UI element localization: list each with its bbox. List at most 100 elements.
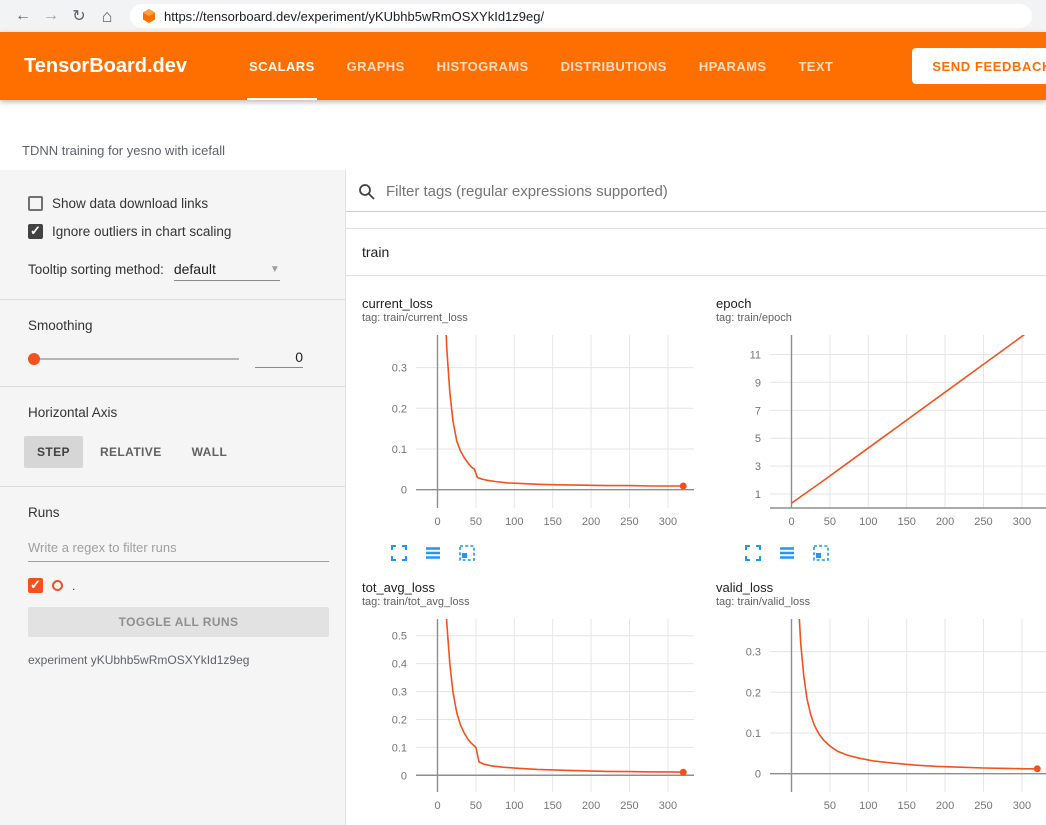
chevron-down-icon: ▼ — [270, 264, 280, 275]
show-download-links-row[interactable]: Show data download links — [28, 196, 329, 211]
svg-text:300: 300 — [659, 516, 677, 528]
svg-text:150: 150 — [898, 516, 916, 528]
chart-tag: tag: train/epoch — [716, 312, 1046, 324]
svg-text:200: 200 — [582, 516, 600, 528]
svg-text:0.2: 0.2 — [392, 714, 407, 726]
svg-text:150: 150 — [544, 800, 562, 812]
tooltip-sorting-label: Tooltip sorting method: — [28, 262, 164, 277]
horizontal-axis-label: Horizontal Axis — [28, 405, 329, 420]
tag-group-header-train[interactable]: train — [346, 228, 1046, 276]
line-chart-current-loss[interactable]: 00.10.20.3050100150200250300 — [362, 329, 704, 534]
tab-graphs[interactable]: GRAPHS — [331, 32, 421, 100]
svg-text:11: 11 — [750, 350, 761, 362]
tooltip-sorting-value: default — [174, 261, 216, 277]
svg-text:3: 3 — [755, 461, 761, 473]
app-header: TensorBoard.dev SCALARS GRAPHS HISTOGRAM… — [0, 32, 1046, 100]
svg-text:150: 150 — [544, 516, 562, 528]
divider — [0, 486, 345, 487]
svg-text:9: 9 — [755, 377, 761, 389]
reload-icon[interactable]: ↻ — [66, 3, 92, 29]
svg-text:200: 200 — [936, 800, 954, 812]
svg-text:250: 250 — [974, 516, 992, 528]
chart-title: tot_avg_loss — [362, 580, 704, 595]
line-chart-tot-avg-loss[interactable]: 00.10.20.30.40.5050100150200250300 — [362, 613, 704, 818]
experiment-id-label: experiment yKUbhb5wRmOSXYkId1z9eg — [28, 653, 329, 667]
chart-title: current_loss — [362, 296, 704, 311]
toggle-all-runs-button[interactable]: TOGGLE ALL RUNS — [28, 607, 329, 637]
run-row[interactable]: . — [28, 578, 329, 593]
runs-filter-input[interactable] — [28, 536, 329, 562]
chart-toolbar — [362, 544, 704, 562]
svg-text:300: 300 — [659, 800, 677, 812]
back-icon[interactable]: ← — [10, 3, 36, 29]
line-chart-epoch[interactable]: 1357911050100150200250300 — [716, 329, 1046, 534]
tab-distributions[interactable]: DISTRIBUTIONS — [545, 32, 683, 100]
svg-text:0: 0 — [434, 516, 440, 528]
chart-toolbar — [716, 544, 1046, 562]
svg-text:300: 300 — [1013, 800, 1031, 812]
show-download-links-checkbox[interactable] — [28, 196, 43, 211]
svg-text:0.1: 0.1 — [392, 444, 407, 456]
tab-histograms[interactable]: HISTOGRAMS — [421, 32, 545, 100]
fit-domain-icon[interactable] — [812, 544, 830, 562]
run-name: . — [72, 579, 75, 593]
line-chart-valid-loss[interactable]: 00.10.20.350100150200250300 — [716, 613, 1046, 818]
chart-tag: tag: train/tot_avg_loss — [362, 596, 704, 608]
chart-card-tot-avg-loss: tot_avg_loss tag: train/tot_avg_loss 0 0.… — [362, 580, 704, 825]
axis-relative-button[interactable]: RELATIVE — [87, 436, 175, 468]
smoothing-value[interactable]: 0 — [255, 349, 303, 368]
svg-text:100: 100 — [859, 516, 877, 528]
svg-text:5: 5 — [755, 433, 761, 445]
smoothing-slider-thumb[interactable] — [28, 353, 40, 365]
tag-filter-row — [346, 180, 1046, 212]
svg-text:0.2: 0.2 — [746, 687, 761, 699]
nav-tabs: SCALARS GRAPHS HISTOGRAMS DISTRIBUTIONS … — [233, 32, 849, 100]
y-axis-scale-icon[interactable] — [778, 544, 796, 562]
y-axis-scale-icon[interactable] — [424, 544, 442, 562]
tab-text[interactable]: TEXT — [782, 32, 849, 100]
chart-tag: tag: train/valid_loss — [716, 596, 1046, 608]
run-color-swatch-icon — [52, 580, 63, 591]
ignore-outliers-checkbox[interactable] — [28, 224, 43, 239]
site-favicon-icon — [142, 9, 156, 23]
ignore-outliers-row[interactable]: Ignore outliers in chart scaling — [28, 224, 329, 239]
run-checkbox[interactable] — [28, 578, 43, 593]
chart-card-valid-loss: valid_loss tag: train/valid_loss 00.10.2… — [716, 580, 1046, 825]
tab-hparams[interactable]: HPARAMS — [683, 32, 783, 100]
experiment-title: TDNN training for yesno with icefall — [22, 143, 225, 158]
svg-text:0.5: 0.5 — [392, 631, 407, 643]
fit-domain-icon[interactable] — [458, 544, 476, 562]
svg-text:50: 50 — [824, 516, 836, 528]
divider — [0, 299, 345, 300]
expand-chart-icon[interactable] — [390, 544, 408, 562]
svg-text:200: 200 — [936, 516, 954, 528]
expand-chart-icon[interactable] — [744, 544, 762, 562]
runs-label: Runs — [28, 505, 329, 520]
tooltip-sorting-select[interactable]: default ▼ — [174, 261, 280, 281]
ignore-outliers-label: Ignore outliers in chart scaling — [52, 224, 231, 239]
browser-toolbar: ← → ↻ ⌂ https://tensorboard.dev/experime… — [0, 0, 1046, 32]
tab-scalars[interactable]: SCALARS — [233, 32, 331, 100]
smoothing-row: 0 — [28, 349, 329, 368]
svg-text:100: 100 — [859, 800, 877, 812]
app-logo[interactable]: TensorBoard.dev — [0, 55, 187, 78]
chart-card-epoch: epoch tag: train/epoch 13579110501001502… — [716, 296, 1046, 562]
forward-icon[interactable]: → — [38, 3, 64, 29]
svg-text:0.1: 0.1 — [746, 728, 761, 740]
tag-filter-input[interactable] — [384, 182, 984, 201]
chart-card-current-loss: current_loss tag: train/current_loss 00.… — [362, 296, 704, 562]
axis-wall-button[interactable]: WALL — [179, 436, 241, 468]
svg-text:250: 250 — [974, 800, 992, 812]
svg-text:50: 50 — [470, 800, 482, 812]
send-feedback-button[interactable]: SEND FEEDBACK — [912, 48, 1046, 84]
svg-text:0: 0 — [755, 769, 761, 781]
svg-text:150: 150 — [898, 800, 916, 812]
smoothing-slider[interactable] — [28, 358, 239, 360]
experiment-bar: TDNN training for yesno with icefall — [0, 100, 1046, 170]
svg-text:0: 0 — [434, 800, 440, 812]
address-bar[interactable]: https://tensorboard.dev/experiment/yKUbh… — [130, 4, 1032, 28]
show-download-links-label: Show data download links — [52, 196, 208, 211]
svg-text:50: 50 — [470, 516, 482, 528]
home-icon[interactable]: ⌂ — [94, 3, 120, 29]
axis-step-button[interactable]: STEP — [24, 436, 83, 468]
